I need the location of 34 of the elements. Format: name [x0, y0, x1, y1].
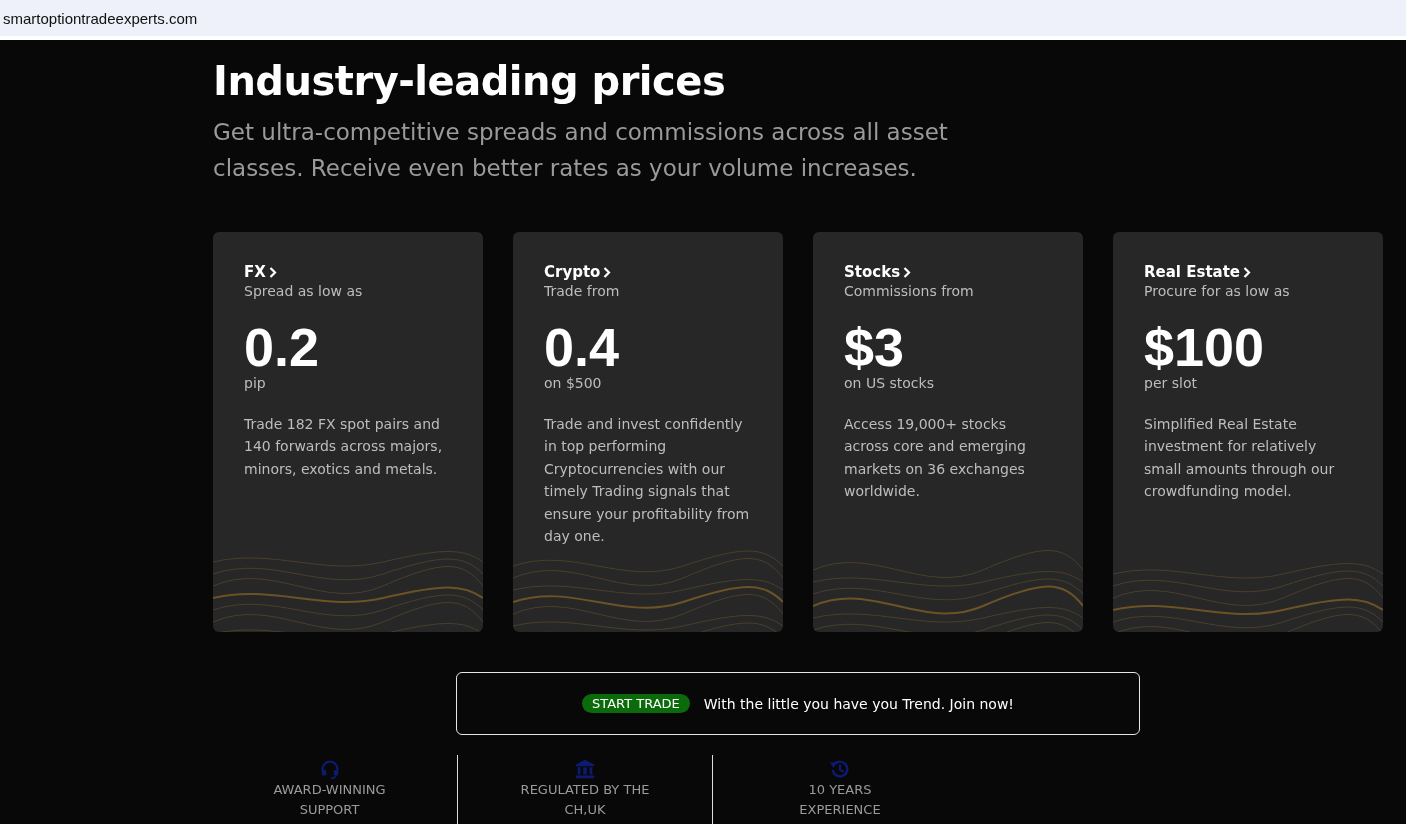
card-title-link[interactable]: FX: [244, 263, 277, 281]
card-title-link[interactable]: Stocks: [844, 263, 912, 281]
chevron-right-icon: [1243, 266, 1252, 278]
card-price: 0.4: [544, 317, 620, 377]
card-description: Trade and invest confidently in top performing Cryptocurrencies with our timely Trading signals that ensure your profitability from day one.: [544, 415, 751, 547]
card-description: Simplified Real Estate investment for relatively small amounts through our crowdfunding model.: [1144, 415, 1336, 502]
card-price: $100: [1144, 317, 1265, 377]
page-heading: Industry-leading prices: [213, 57, 726, 106]
feature-label: AWARD-WINNING SUPPORT: [272, 781, 387, 819]
banner-text: With the little you have you Trend. Join now!: [703, 695, 1014, 712]
chevron-right-icon: [903, 266, 912, 278]
card-price: $3: [844, 317, 905, 377]
address-bar-url[interactable]: smartoptiontradeexperts.com: [3, 9, 198, 27]
chevron-right-icon: [268, 266, 277, 278]
card-caption: Trade from: [544, 283, 621, 299]
bank-icon: [574, 758, 596, 780]
card-price: 0.2: [244, 317, 320, 377]
card-unit: per slot: [1144, 375, 1198, 391]
card-unit: on $500: [544, 375, 603, 391]
card-unit: pip: [244, 375, 267, 391]
chevron-right-icon: [603, 266, 612, 278]
card-description: Access 19,000+ stocks across core and emerging markets on 36 exchanges worldwide.: [844, 415, 1027, 502]
feature-label: REGULATED BY THE CH,UK: [519, 781, 651, 819]
card-caption: Commissions from: [844, 283, 975, 299]
card-title-link[interactable]: Real Estate: [1144, 263, 1252, 281]
card-caption: Spread as low as: [244, 283, 364, 299]
card-description: Trade 182 FX spot pairs and 140 forwards across majors, minors, exotics and metals.: [244, 415, 444, 479]
feature-label: 10 YEARS EXPERIENCE: [798, 781, 882, 819]
card-caption: Procure for as low as: [1144, 283, 1291, 299]
page-subtitle: Get ultra-competitive spreads and commissions across all asset classes. Receive even better rates as your volume increases.: [213, 118, 949, 183]
history-icon: [829, 758, 851, 780]
card-unit: on US stocks: [844, 375, 935, 391]
card-title-link[interactable]: Crypto: [544, 263, 612, 281]
start-trade-button[interactable]: START TRADE: [582, 694, 690, 713]
